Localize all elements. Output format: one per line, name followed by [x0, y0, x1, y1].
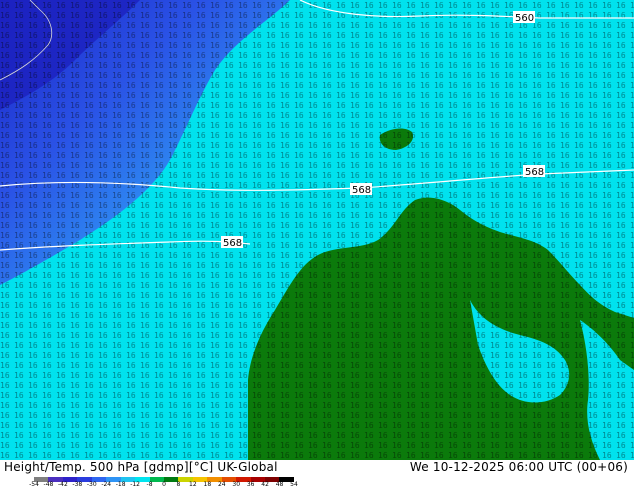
colorbar-tick-label: 30 — [232, 481, 241, 488]
colorbar-tick-label: -18 — [115, 481, 126, 488]
colorbar-tick-label: 42 — [261, 481, 269, 488]
colorbar-tick-label: 24 — [217, 481, 226, 488]
colorbar-tick-label: -8 — [146, 481, 153, 488]
colorbar-tick-label: 18 — [203, 481, 212, 488]
weather-map: 16 15 560 568 — [0, 0, 634, 460]
colorbar-tick-label: -48 — [43, 481, 54, 488]
value-grid-overlay — [0, 0, 634, 460]
colorbar-tick-label: 54 — [290, 481, 298, 488]
map-canvas: 16 15 560 568 — [0, 0, 634, 460]
colorbar-tick-label: 12 — [189, 481, 197, 488]
contour-label: 568 — [223, 238, 242, 249]
colorbar-tick-label: 8 — [176, 481, 181, 488]
map-timestamp: We 10-12-2025 06:00 UTC (00+06) — [409, 460, 628, 474]
colorbar-labels: -54 -48 -42 -38 -30 -24 -18 -12 -8 0 8 12 18 24 30 36 42… — [28, 481, 300, 490]
contour-label: 568 — [525, 167, 544, 178]
map-title: Height/Temp. 500 hPa [gdmp][°C] UK-Globa… — [4, 460, 278, 474]
colorbar-tick-label: -12 — [130, 481, 141, 488]
colorbar-tick-label: 36 — [246, 481, 255, 488]
colorbar-tick-label: 0 — [162, 481, 166, 488]
colorbar-tick-label: 48 — [275, 481, 284, 488]
colorbar-tick-label: -30 — [86, 481, 97, 488]
contour-label: 568 — [352, 185, 371, 196]
contour-label: 560 — [515, 13, 534, 24]
colorbar-tick-label: -42 — [57, 481, 68, 488]
colorbar-tick-label: -38 — [72, 481, 83, 488]
colorbar-tick-label: -24 — [101, 481, 112, 488]
map-footer: Height/Temp. 500 hPa [gdmp][°C] UK-Globa… — [0, 460, 634, 490]
colorbar-tick-label: -54 — [29, 481, 39, 488]
